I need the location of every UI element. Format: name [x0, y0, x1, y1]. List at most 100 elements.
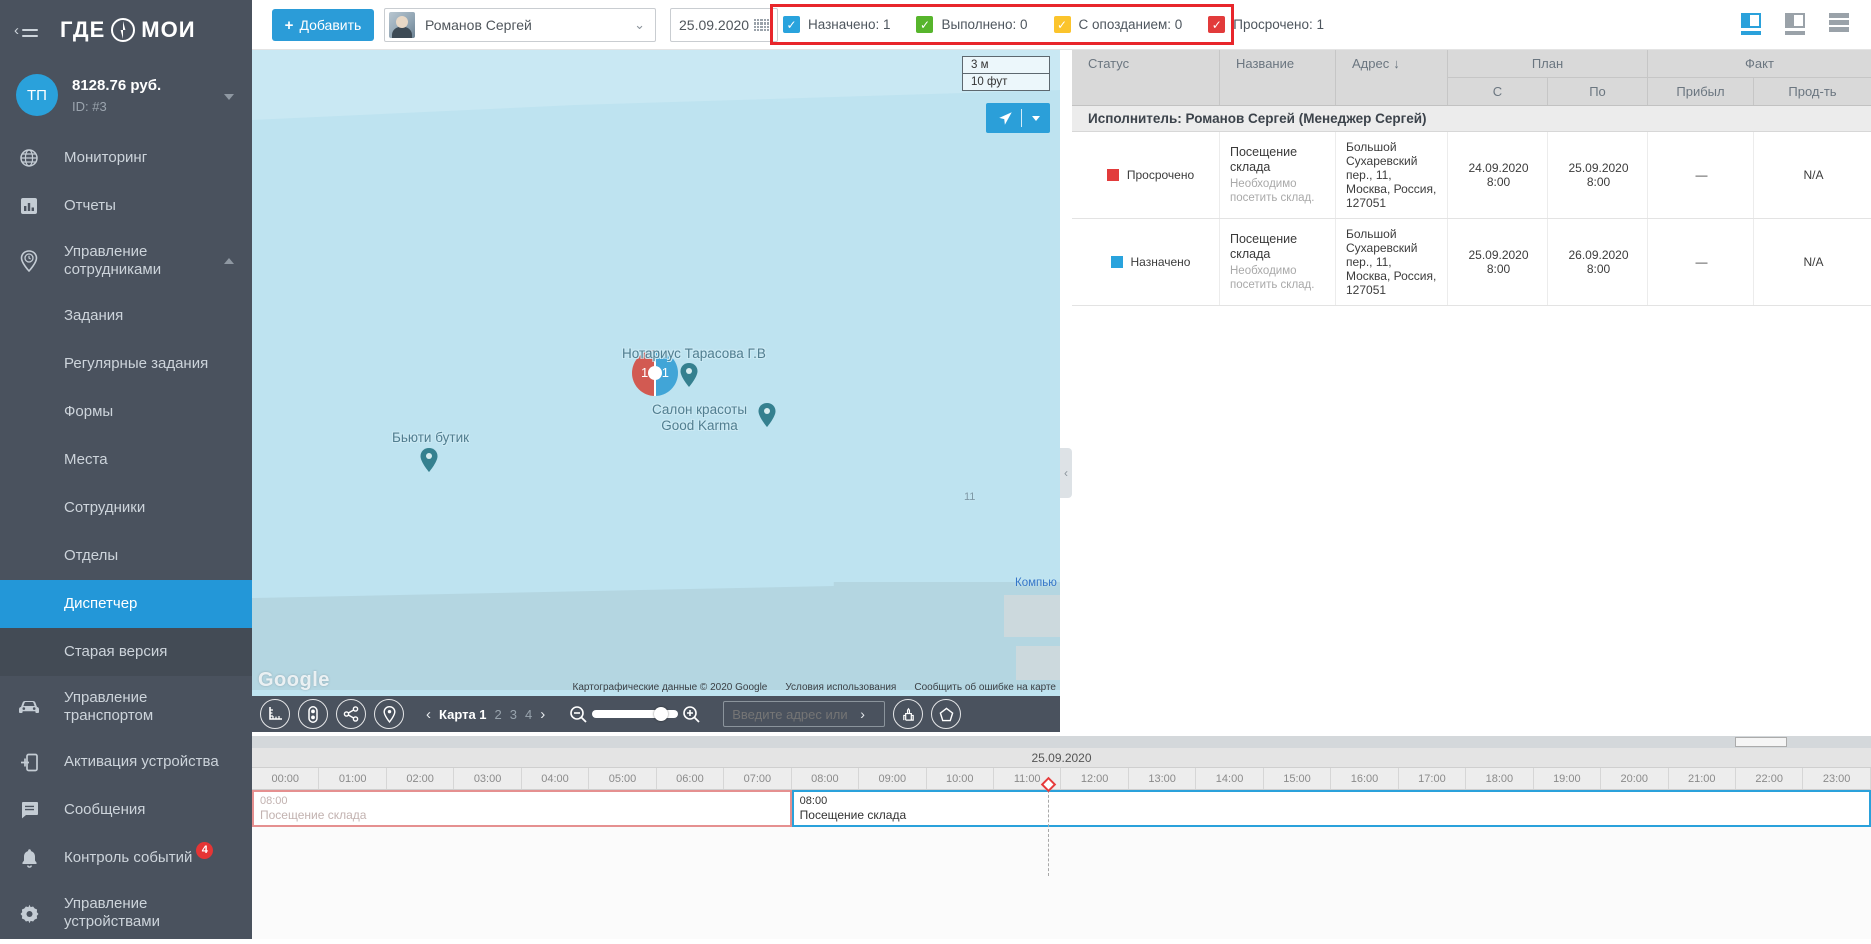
- col-plan-from[interactable]: С: [1448, 78, 1548, 105]
- checkbox-checked-icon[interactable]: ✓: [916, 16, 933, 33]
- map-tab-2[interactable]: 2: [495, 707, 502, 722]
- name-cell: Посещение складаНеобходимо посетить скла…: [1220, 219, 1336, 305]
- table-row[interactable]: ПросроченоПосещение складаНеобходимо пос…: [1072, 132, 1871, 219]
- sidebar-item-event-control[interactable]: Контроль событий4: [0, 834, 252, 882]
- view-map-table-icon[interactable]: [1741, 13, 1761, 35]
- map-tab-4[interactable]: 4: [525, 707, 532, 722]
- zoom-slider-knob[interactable]: [654, 707, 668, 721]
- address-cell: Большой Сухаревский пер., 11, Москва, Ро…: [1336, 219, 1448, 305]
- map-area-shape: [252, 50, 1060, 135]
- device-plus-icon: [16, 753, 42, 772]
- sidebar-item-device-activation[interactable]: Активация устройства: [0, 738, 252, 786]
- sidebar-item-reports[interactable]: Отчеты: [0, 182, 252, 230]
- user-block[interactable]: ТП 8128.76 руб. ID: #3: [0, 60, 252, 134]
- collapse-menu-icon[interactable]: ‹: [16, 22, 38, 38]
- sidebar-item-label: Сотрудники: [64, 499, 145, 517]
- hour-label: 23:00: [1803, 768, 1870, 789]
- attribution-terms-link[interactable]: Условия использования: [785, 682, 896, 693]
- col-plan-to[interactable]: По: [1548, 78, 1648, 105]
- checkbox-checked-icon[interactable]: ✓: [783, 16, 800, 33]
- filter-checkbox-0[interactable]: ✓Назначено: 1: [783, 16, 890, 33]
- checkbox-checked-icon[interactable]: ✓: [1054, 16, 1071, 33]
- col-name[interactable]: Название: [1220, 50, 1336, 105]
- chevron-up-icon[interactable]: [224, 258, 234, 264]
- calendar-icon[interactable]: [754, 19, 769, 31]
- filter-checkbox-2[interactable]: ✓С опозданием: 0: [1054, 16, 1183, 33]
- map-scale-control: 3 м 10 фут: [962, 56, 1050, 91]
- sidebar-item-tasks[interactable]: Задания: [0, 292, 252, 340]
- zoom-in-icon[interactable]: [682, 705, 701, 724]
- sidebar-item-departments[interactable]: Отделы: [0, 532, 252, 580]
- employee-select[interactable]: Романов Сергей ⌄: [384, 8, 656, 42]
- view-list-icon[interactable]: [1829, 13, 1849, 35]
- chevron-down-icon[interactable]: [1032, 116, 1040, 121]
- next-map-arrow[interactable]: ›: [540, 706, 545, 723]
- geozones-button[interactable]: [893, 699, 923, 729]
- date-input[interactable]: 25.09.2020: [670, 8, 778, 42]
- attribution-report-link[interactable]: Сообщить об ошибке на карте: [914, 682, 1056, 693]
- hour-label: 08:00: [792, 768, 859, 789]
- map[interactable]: 3 м 10 фут 1 1 Нотариус Тарасова Г.В Сал…: [252, 50, 1060, 696]
- status-label: Назначено: [1131, 255, 1191, 269]
- filter-checkbox-1[interactable]: ✓Выполнено: 0: [916, 16, 1027, 33]
- traffic-button[interactable]: [298, 699, 328, 729]
- table-row[interactable]: Назначено Посещение складаНеобходимо посе…: [1072, 219, 1871, 306]
- col-status[interactable]: Статус: [1072, 50, 1220, 105]
- horizontal-scrollbar[interactable]: [252, 736, 1871, 748]
- layers-icon: [901, 707, 916, 722]
- name-cell: Посещение складаНеобходимо посетить скла…: [1220, 132, 1336, 218]
- date-value: 25.09.2020: [679, 17, 754, 33]
- hour-label: 12:00: [1061, 768, 1128, 789]
- share-icon: [343, 706, 359, 722]
- places-button[interactable]: [374, 699, 404, 729]
- sidebar-item-forms[interactable]: Формы: [0, 388, 252, 436]
- scrollbar-thumb[interactable]: [1735, 737, 1787, 747]
- sidebar-item-dispatcher[interactable]: Диспетчер: [0, 580, 252, 628]
- annotation-box: ✓Назначено: 1 ✓Выполнено: 0 ✓С опозданием:…: [770, 4, 1234, 45]
- sidebar-item-old-version[interactable]: Старая версия: [0, 628, 252, 676]
- sidebar-item-device-management[interactable]: Управление устройствами: [0, 882, 252, 944]
- sidebar-item-messages[interactable]: Сообщения: [0, 786, 252, 834]
- cluster-overdue-count: 1: [641, 365, 648, 380]
- timeline-task-bar-1[interactable]: 08:00Посещение склада: [792, 790, 1871, 827]
- zoom-slider[interactable]: [592, 710, 678, 718]
- plan-from-cell: 24.09.2020 8:00: [1448, 132, 1548, 218]
- filter-checkbox-3[interactable]: ✓Просрочено: 1: [1208, 16, 1324, 33]
- address-input[interactable]: [732, 707, 856, 722]
- status-color-square: [1111, 256, 1123, 268]
- prev-map-arrow[interactable]: ‹: [426, 706, 431, 723]
- chevron-down-icon[interactable]: [224, 94, 234, 100]
- view-table-map-icon[interactable]: [1785, 13, 1805, 35]
- col-duration[interactable]: Прод-ть: [1754, 78, 1871, 105]
- address-go-button[interactable]: ›: [860, 706, 865, 722]
- home-button[interactable]: [931, 699, 961, 729]
- table-body: ПросроченоПосещение складаНеобходимо пос…: [1072, 132, 1871, 306]
- timeline-hours: 00:0001:0002:0003:0004:0005:0006:0007:00…: [252, 768, 1871, 790]
- sidebar-item-employee-management[interactable]: Управление сотрудниками: [0, 230, 252, 292]
- hour-label: 02:00: [387, 768, 454, 789]
- sidebar-item-transport-management[interactable]: Управление транспортом: [0, 676, 252, 738]
- checkbox-checked-icon[interactable]: ✓: [1208, 16, 1225, 33]
- map-tab-3[interactable]: 3: [510, 707, 517, 722]
- sidebar-item-label: Мониторинг: [64, 149, 147, 167]
- share-track-button[interactable]: [336, 699, 366, 729]
- zoom-out-icon[interactable]: [569, 705, 588, 724]
- col-arrived[interactable]: Прибыл: [1648, 78, 1754, 105]
- current-map-tab[interactable]: Карта 1: [439, 707, 487, 722]
- map-pin-icon: [420, 448, 438, 472]
- hour-label: 05:00: [589, 768, 656, 789]
- timeline-task-bar-0[interactable]: 08:00Посещение склада: [252, 790, 792, 827]
- sidebar-item-employees[interactable]: Сотрудники: [0, 484, 252, 532]
- sidebar-item-regular-tasks[interactable]: Регулярные задания: [0, 340, 252, 388]
- arrived-cell: —: [1648, 219, 1754, 305]
- panel-splitter-handle[interactable]: ‹: [1060, 448, 1072, 498]
- compass-icon: [110, 17, 136, 43]
- app-logo: ГДЕ МОИ: [60, 17, 196, 43]
- sidebar-item-places[interactable]: Места: [0, 436, 252, 484]
- ruler-button[interactable]: [260, 699, 290, 729]
- add-button[interactable]: +Добавить: [272, 9, 374, 41]
- col-address[interactable]: Адрес ↓: [1336, 50, 1448, 105]
- follow-marker-button[interactable]: [986, 103, 1050, 133]
- sidebar-item-monitoring[interactable]: Мониторинг: [0, 134, 252, 182]
- navigation-arrow-icon: [998, 111, 1013, 126]
